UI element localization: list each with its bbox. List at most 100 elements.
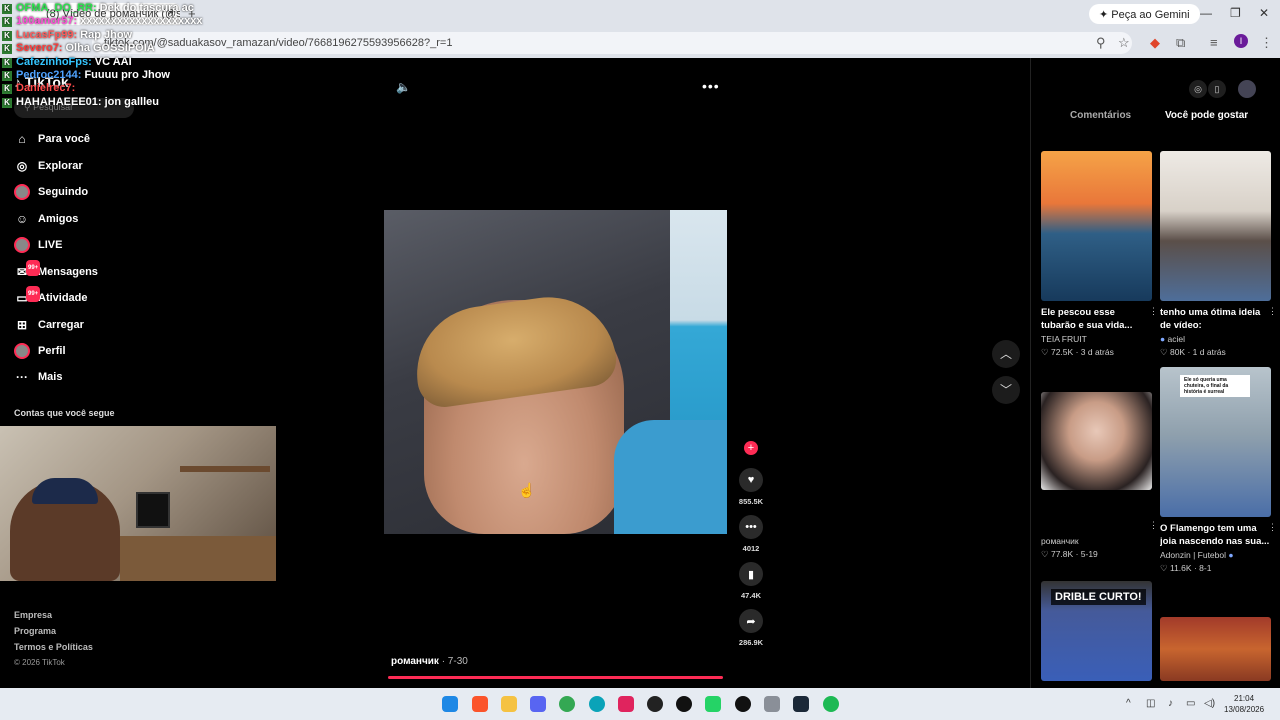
card-menu-icon[interactable]: ⋮ [1268,306,1277,317]
card-menu-icon[interactable]: ⋮ [1149,306,1158,317]
speaker-icon[interactable]: ◁) [1204,698,1215,709]
sidebar-item-amigos[interactable]: ☺ Amigos [14,208,78,230]
sidebar-item-mensagens[interactable]: ✉ 99+ Mensagens [14,260,98,283]
spotify-icon[interactable] [823,696,839,712]
nav-icon: ··· [16,370,28,384]
heart-icon[interactable]: ♥ [739,468,763,492]
nav-icon: ✉ 99+ [14,260,41,280]
url-input[interactable]: tiktok.com/@saduakasov_ramazan/video/766… [92,32,1132,54]
suggested-video-1[interactable]: ⋮ Ele pescou esse tubarão e sua vida... … [1041,151,1158,358]
tiktok-sidebar: ♪ TikTok ⚲ Pesquisar ⌂ Para você ◎ Explorar… [0,58,290,688]
footer-link-programa[interactable]: Programa [14,626,56,636]
restore-icon[interactable]: ❐ [1230,6,1241,20]
chat-username: HAHAHAEEE01: [16,95,102,108]
next-video-chevron-down-icon[interactable]: ﹀ [992,376,1020,404]
profile-avatar[interactable]: I [1234,34,1248,48]
suggested-video-6[interactable] [1160,617,1271,681]
volume-icon[interactable]: 🔈 [396,80,411,94]
sidebar-item-atividade[interactable]: ▭ 99+ Atividade [14,286,88,309]
settings-gear-icon[interactable] [764,696,780,712]
suggested-video-4[interactable]: Ele só queria uma chuteira, o final da h… [1160,367,1277,574]
chat-username: LucasFp99: [16,28,78,41]
card-likes: ♡ 11.6K [1160,563,1192,573]
app-icon[interactable] [618,696,634,712]
file-explorer-icon[interactable] [501,696,517,712]
chat-message: K LucasFp99: Rap Jhow [2,29,242,42]
clock-time: 21:04 [1234,694,1255,703]
video-thumbnail [1041,151,1152,301]
card-author: TEIA FRUIT [1041,334,1087,344]
more-options-icon[interactable]: ••• [702,78,720,94]
start-windows-icon[interactable] [442,696,458,712]
tab-suggestions[interactable]: Você pode gostar [1165,110,1248,121]
edge-icon[interactable] [589,696,605,712]
gemini-button[interactable]: ✦ Peça ao Gemini [1089,4,1200,24]
sidebar-item-para-voc-[interactable]: ⌂ Para você [14,128,90,150]
sidebar-item-label: Carregar [38,319,84,331]
sidebar-item-carregar[interactable]: ⊞ Carregar [14,314,84,336]
suggested-video-3[interactable]: ⋮ романчик ♡ 77.8K · 5-19 [1041,392,1158,560]
footer-link-empresa[interactable]: Empresa [14,610,52,620]
tray-chevron-up-icon[interactable]: ^ [1126,698,1131,709]
share-icon[interactable]: ➦ [739,609,763,633]
capcut-icon-2[interactable] [735,696,751,712]
brave-icon[interactable] [472,696,488,712]
tray-app-icon[interactable]: ◫ [1146,698,1155,709]
follow-plus-button[interactable]: + [744,441,758,455]
comment-count: 4012 [742,544,760,553]
kebab-menu-icon[interactable]: ⋮ [1260,35,1273,51]
previous-video-chevron-up-icon[interactable]: ︿ [992,340,1020,368]
extension-icon[interactable]: ◆ [1150,35,1160,51]
suggested-video-2[interactable]: ⋮ tenho uma ótima ideia de vídeo: ● acie… [1160,151,1277,358]
sidebar-item-label: Atividade [38,292,88,304]
share-action[interactable]: ➦ 286.9K [738,609,764,647]
tab-comments[interactable]: Comentários [1070,110,1131,121]
sidebar-item-mais[interactable]: ··· Mais [14,366,62,388]
compass-icon[interactable]: ◎ [1189,80,1207,98]
sidebar-item-explorar[interactable]: ◎ Explorar [14,155,83,177]
chat-username: 100amor57: [16,15,78,28]
network-icon[interactable]: ▭ [1186,698,1195,709]
comment-action[interactable]: ••• 4012 [738,515,764,553]
card-author: ● aciel [1160,334,1185,344]
close-window-icon[interactable]: ✕ [1259,6,1269,20]
obs-icon[interactable] [647,696,663,712]
system-clock[interactable]: 21:04 13/08/2026 [1224,693,1264,715]
capcut-icon[interactable] [676,696,692,712]
discord-icon[interactable] [530,696,546,712]
minimize-icon[interactable]: — [1200,6,1212,20]
chat-text: Rap Jhow [80,28,133,41]
phone-icon[interactable]: ▯ [1208,80,1226,98]
sidebar-item-live[interactable]: LIVE [14,234,62,256]
comment-icon[interactable]: ••• [739,515,763,539]
microphone-icon[interactable]: ♪ [1168,698,1173,709]
card-menu-icon[interactable]: ⋮ [1268,522,1277,533]
bookmark-star-icon[interactable]: ☆ [1118,35,1130,51]
user-avatar[interactable] [1238,80,1256,98]
whatsapp-icon[interactable] [705,696,721,712]
video-player[interactable]: ☝ [384,210,727,534]
sidebar-item-perfil[interactable]: Perfil [14,340,66,362]
video-thumbnail: Ele só queria uma chuteira, o final da h… [1160,367,1271,517]
suggested-video-5[interactable]: DRIBLE CURTO! [1041,581,1152,681]
bookmark-icon[interactable]: ▮ [739,562,763,586]
card-stats: ♡ 77.8K · 5-19 [1041,549,1098,559]
extensions-puzzle-icon[interactable]: ⧉ [1176,35,1185,51]
card-time: 1 d atrás [1192,347,1226,357]
card-likes: ♡ 77.8K [1041,549,1074,559]
footer-link-termos[interactable]: Termos e Políticas [14,642,93,652]
like-action[interactable]: ♥ 855.5K [738,468,764,506]
sidebar-item-seguindo[interactable]: Seguindo [14,181,88,203]
save-action[interactable]: ▮ 47.4K [738,562,764,600]
video-author-line[interactable]: романчик · 7-30 [391,656,468,667]
card-menu-icon[interactable]: ⋮ [1149,520,1158,531]
nav-icon: ⊞ [16,318,28,332]
steam-icon[interactable] [793,696,809,712]
zoom-icon[interactable]: ⚲ [1096,35,1106,51]
media-control-icon[interactable]: ≡ [1210,35,1218,50]
chrome-icon[interactable] [559,696,575,712]
windows-taskbar: ^ ◫ ♪ ▭ ◁) 21:04 13/08/2026 [0,688,1280,720]
sidebar-item-label: Seguindo [38,186,89,198]
video-progress-bar[interactable] [388,676,723,679]
sidebar-item-label: Para você [38,133,90,145]
